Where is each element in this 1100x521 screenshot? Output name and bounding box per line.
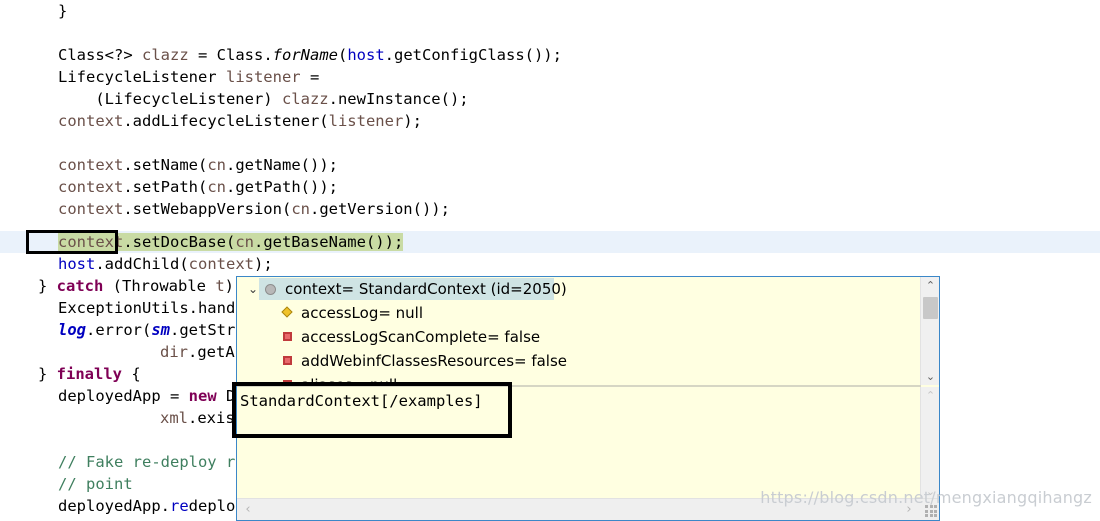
variable-inspect-popup[interactable]: ⌄ context= StandardContext (id=2050) acc… [236, 276, 940, 521]
detail-vertical-scrollbar[interactable]: ⌃ ⌄ [920, 387, 939, 500]
field-square-icon [283, 380, 292, 385]
field-diamond-icon [281, 306, 293, 318]
scroll-left-icon[interactable]: ‹ [239, 499, 257, 520]
tree-row-variable[interactable]: accessLogScanComplete= false [237, 325, 921, 349]
code-line[interactable]: context.addLifecycleListener(listener); [0, 110, 1100, 132]
tree-row-label: context= StandardContext (id=2050) [285, 280, 567, 298]
field-square-icon [283, 356, 292, 365]
code-line[interactable]: context.setPath(cn.getPath()); [0, 176, 1100, 198]
tree-row-label: aliases= null [301, 376, 398, 385]
scroll-up-icon[interactable]: ⌃ [921, 277, 939, 294]
code-line[interactable]: LifecycleListener listener = [0, 66, 1100, 88]
tree-row-label: addWebinfClassesResources= false [301, 352, 568, 370]
object-icon [265, 284, 276, 295]
code-line[interactable]: } [0, 0, 1100, 22]
code-line[interactable]: Class<?> clazz = Class.forName(host.getC… [0, 44, 1100, 66]
scroll-up-icon[interactable]: ⌃ [921, 387, 939, 404]
tree-row-variable[interactable]: aliases= null [237, 373, 921, 385]
detail-pane[interactable]: StandardContext[/examples] [237, 387, 921, 500]
scrollbar-thumb[interactable] [923, 297, 938, 319]
tree-vertical-scrollbar[interactable]: ⌃ ⌄ [920, 277, 939, 385]
code-line[interactable]: (LifecycleListener) clazz.newInstance(); [0, 88, 1100, 110]
tree-row-variable[interactable]: accessLog= null [237, 301, 921, 325]
scroll-down-icon[interactable]: ⌄ [921, 368, 939, 385]
code-line[interactable]: host.addChild(context); [0, 253, 1100, 275]
variable-tree[interactable]: ⌄ context= StandardContext (id=2050) acc… [237, 277, 921, 385]
code-line-selected[interactable]: context.setDocBase(cn.getBaseName()); [0, 231, 1100, 253]
detail-value-text: StandardContext[/examples] [240, 392, 483, 410]
tree-row-variable[interactable]: addWebinfClassesResources= false [237, 349, 921, 373]
tree-row-root[interactable]: ⌄ context= StandardContext (id=2050) [237, 277, 921, 301]
expand-twisty-icon[interactable]: ⌄ [245, 277, 261, 301]
watermark-text: https://blog.csdn.net/mengxiangqihangz [760, 488, 1092, 507]
code-line[interactable]: context.setWebappVersion(cn.getVersion()… [0, 198, 1100, 220]
field-square-icon [283, 332, 292, 341]
tree-row-label: accessLogScanComplete= false [301, 328, 541, 346]
code-line[interactable]: context.setName(cn.getName()); [0, 154, 1100, 176]
tree-row-label: accessLog= null [301, 304, 424, 322]
